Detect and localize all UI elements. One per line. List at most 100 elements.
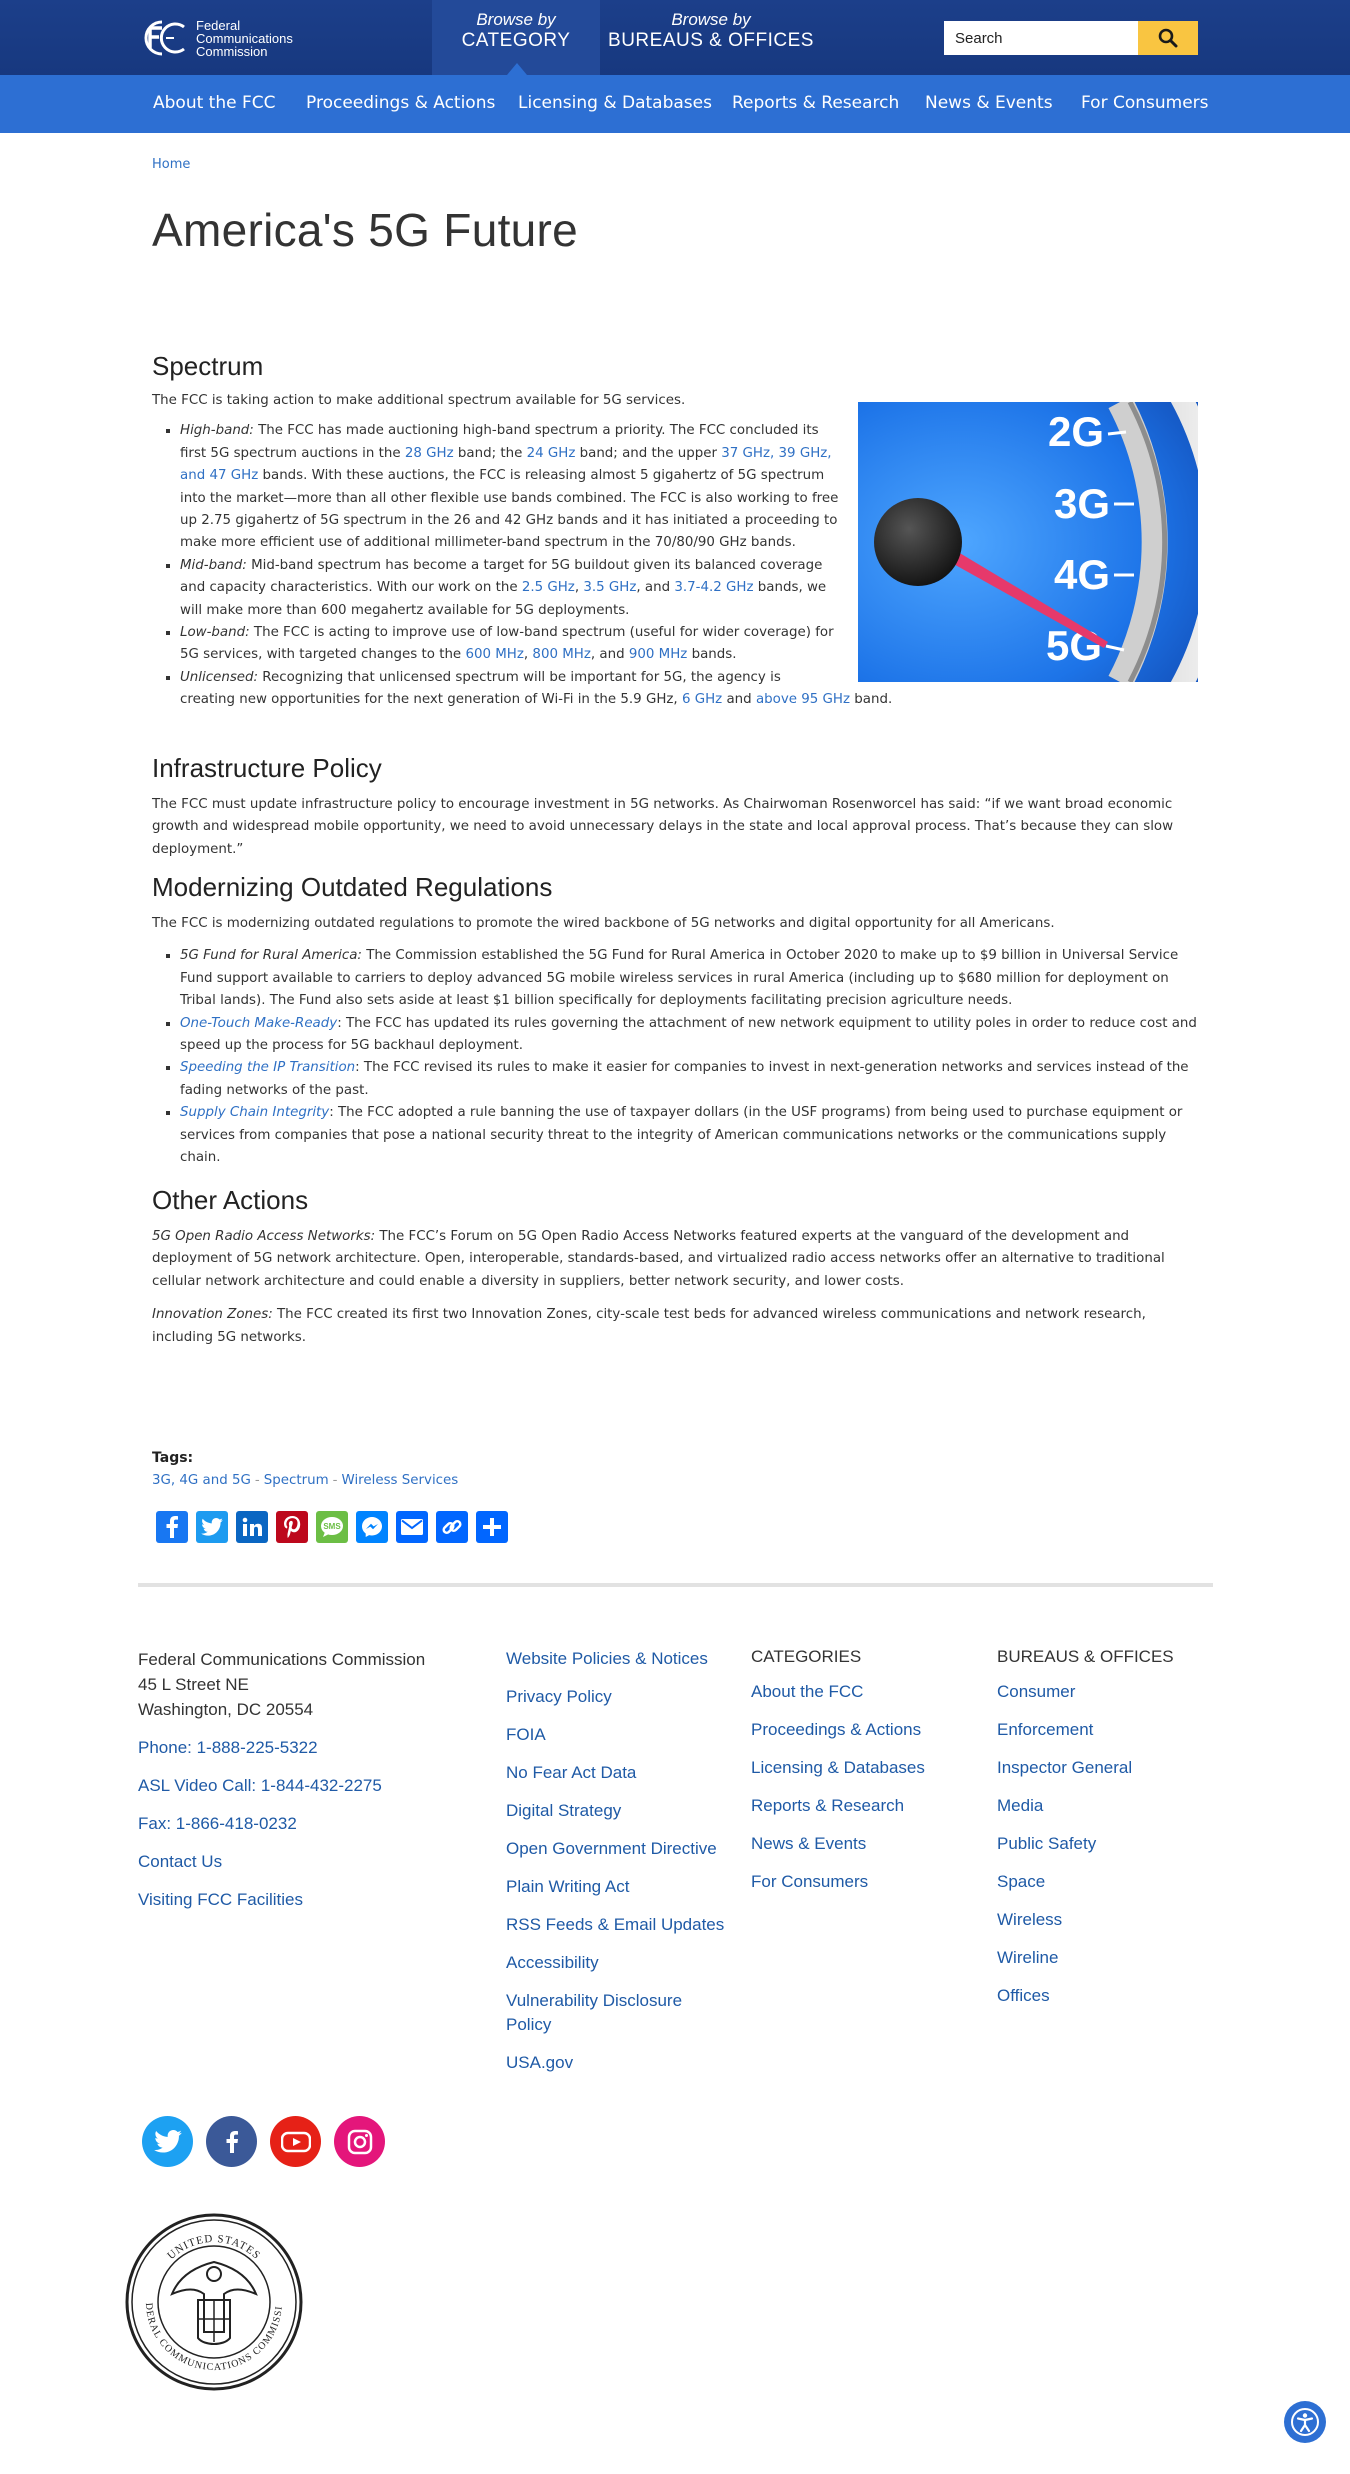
footer-bureau-link[interactable]: Consumer [997,1680,1217,1704]
footer-categories-column: CATEGORIES About the FCC Proceedings & A… [751,1647,971,1908]
gauge-label-4g: 4G [1054,551,1110,598]
link-28ghz[interactable]: 28 GHz [405,446,454,461]
modernizing-intro: The FCC is modernizing outdated regulati… [152,916,1055,931]
search-input[interactable] [944,21,1138,55]
link-6ghz[interactable]: 6 GHz [682,692,722,707]
footer-fax-link[interactable]: Fax: 1-866-418-0232 [138,1812,458,1836]
twitter-icon [153,2130,182,2153]
breadcrumb-home[interactable]: Home [152,157,190,172]
list-item: Supply Chain Integrity: The FCC adopted … [180,1102,1198,1169]
footer-visiting-link[interactable]: Visiting FCC Facilities [138,1888,458,1912]
spectrum-section: Spectrum 2G 3G 4G 5G The FCC is taking a… [152,351,1198,712]
section-heading: Spectrum [152,351,264,381]
footer-category-link[interactable]: About the FCC [751,1680,971,1704]
footer-address-line: Washington, DC 20554 [138,1700,314,1719]
footer-phone-link[interactable]: Phone: 1-888-225-5322 [138,1736,458,1760]
footer-link[interactable]: RSS Feeds & Email Updates [506,1913,726,1937]
modernizing-section: Modernizing Outdated Regulations The FCC… [152,872,1198,1169]
nav-for-consumers[interactable]: For Consumers [1081,93,1209,113]
tags-list: 3G, 4G and 5G - Spectrum - Wireless Services [152,1473,459,1488]
share-sms-button[interactable]: SMS [316,1511,348,1543]
social-youtube-button[interactable] [270,2116,321,2167]
share-more-button[interactable] [476,1511,508,1543]
link-speeding-ip-transition[interactable]: Speeding the IP Transition [180,1060,355,1075]
browse-by-bureaus-tab[interactable]: Browse by BUREAUS & OFFICES [600,0,822,75]
twitter-icon [201,1518,223,1536]
5g-gauge-image: 2G 3G 4G 5G [858,402,1198,682]
link-supply-chain-integrity[interactable]: Supply Chain Integrity [180,1105,329,1120]
footer-bureau-link[interactable]: Public Safety [997,1832,1217,1856]
page-title: America's 5G Future [152,204,579,256]
social-twitter-button[interactable] [142,2116,193,2167]
nav-licensing-databases[interactable]: Licensing & Databases [518,93,712,113]
accessibility-button[interactable] [1284,2401,1326,2443]
footer-divider [138,1583,1213,1587]
footer-bureau-link[interactable]: Media [997,1794,1217,1818]
footer-link[interactable]: No Fear Act Data [506,1761,726,1785]
tag-spectrum[interactable]: Spectrum [264,1473,329,1488]
nav-reports-research[interactable]: Reports & Research [732,93,899,113]
list-item: One-Touch Make-Ready: The FCC has update… [180,1013,1198,1058]
link-3-5ghz[interactable]: 3.5 GHz [583,580,636,595]
email-icon [401,1519,423,1535]
footer-asl-video-link[interactable]: ASL Video Call: 1-844-432-2275 [138,1774,458,1798]
link-3-7-4-2ghz[interactable]: 3.7-4.2 GHz [674,580,753,595]
footer-category-link[interactable]: News & Events [751,1832,971,1856]
footer-category-link[interactable]: Reports & Research [751,1794,971,1818]
sms-icon: SMS [321,1517,343,1537]
share-linkedin-button[interactable] [236,1511,268,1543]
footer-policy-column: Website Policies & Notices Privacy Polic… [506,1647,726,2089]
link-2-5ghz[interactable]: 2.5 GHz [522,580,575,595]
section-heading: Infrastructure Policy [152,753,382,783]
link-24ghz[interactable]: 24 GHz [527,446,576,461]
fcc-logo-mark-icon [140,18,188,58]
footer-link[interactable]: Open Government Directive [506,1837,726,1861]
footer-category-link[interactable]: Licensing & Databases [751,1756,971,1780]
footer-category-link[interactable]: Proceedings & Actions [751,1718,971,1742]
tag-3g-4g-5g[interactable]: 3G, 4G and 5G [152,1473,251,1488]
svg-text:SMS: SMS [323,1522,341,1531]
footer-link[interactable]: Website Policies & Notices [506,1647,726,1671]
nav-news-events[interactable]: News & Events [925,93,1053,113]
footer-link[interactable]: FOIA [506,1723,726,1747]
footer-bureau-link[interactable]: Wireless [997,1908,1217,1932]
link-600mhz[interactable]: 600 MHz [465,647,523,662]
footer-link[interactable]: Vulnerability Disclosure Policy [506,1989,726,2037]
footer-link[interactable]: USA.gov [506,2051,726,2075]
link-one-touch-make-ready[interactable]: One-Touch Make-Ready [180,1016,337,1031]
link-above-95ghz[interactable]: above 95 GHz [756,692,850,707]
fcc-logo[interactable]: Federal Communications Commission [140,18,293,58]
footer-bureau-link[interactable]: Inspector General [997,1756,1217,1780]
list-item: Speeding the IP Transition: The FCC revi… [180,1057,1198,1102]
footer-bureau-link[interactable]: Space [997,1870,1217,1894]
footer-contact-us-link[interactable]: Contact Us [138,1850,458,1874]
share-facebook-button[interactable] [156,1511,188,1543]
copy-link-icon [442,1519,462,1535]
footer-link[interactable]: Plain Writing Act [506,1875,726,1899]
social-facebook-button[interactable] [206,2116,257,2167]
share-email-button[interactable] [396,1511,428,1543]
nav-proceedings-actions[interactable]: Proceedings & Actions [306,93,495,113]
footer-category-link[interactable]: For Consumers [751,1870,971,1894]
share-pinterest-button[interactable] [276,1511,308,1543]
footer-link[interactable]: Digital Strategy [506,1799,726,1823]
search-button[interactable] [1138,21,1198,55]
link-800mhz[interactable]: 800 MHz [532,647,590,662]
share-copy-link-button[interactable] [436,1511,468,1543]
footer-address-line: Federal Communications Commission [138,1650,426,1669]
tag-wireless-services[interactable]: Wireless Services [342,1473,459,1488]
share-twitter-button[interactable] [196,1511,228,1543]
link-900mhz[interactable]: 900 MHz [629,647,687,662]
social-instagram-button[interactable] [334,2116,385,2167]
section-heading: Other Actions [152,1185,309,1215]
share-messenger-button[interactable] [356,1511,388,1543]
infrastructure-body: The FCC must update infrastructure polic… [152,797,1174,857]
footer-bureau-link[interactable]: Wireline [997,1946,1217,1970]
footer-link[interactable]: Accessibility [506,1951,726,1975]
footer-link[interactable]: Privacy Policy [506,1685,726,1709]
footer-bureau-link[interactable]: Offices [997,1984,1217,2008]
footer-bureau-link[interactable]: Enforcement [997,1718,1217,1742]
linkedin-icon [242,1517,262,1536]
nav-about-the-fcc[interactable]: About the FCC [153,93,276,113]
footer-categories-header: CATEGORIES [751,1647,862,1666]
